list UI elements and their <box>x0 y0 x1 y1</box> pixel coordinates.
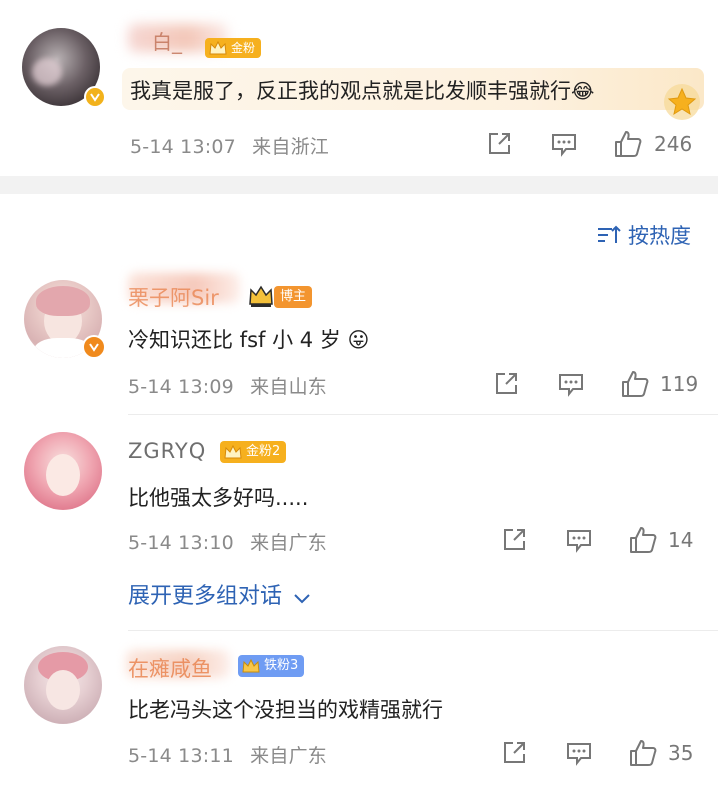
comment-time: 5-14 13:10 <box>128 532 234 554</box>
vip-crown-icon <box>247 283 275 309</box>
like-icon[interactable] <box>628 738 658 768</box>
share-icon[interactable] <box>500 526 528 554</box>
crown-icon <box>209 40 227 55</box>
user-name[interactable]: 栗子阿Sir <box>128 282 219 312</box>
user-name[interactable]: 在瘫咸鱼 <box>128 653 212 683</box>
comment-time: 5-14 13:07 <box>130 136 236 158</box>
emoji: 😛 <box>347 328 370 352</box>
share-icon[interactable] <box>492 370 520 398</box>
comment-location: 来自浙江 <box>252 136 329 158</box>
like-count: 35 <box>668 741 694 765</box>
like-icon[interactable] <box>613 129 643 159</box>
comment-icon[interactable] <box>565 526 593 554</box>
like-count: 14 <box>668 528 694 552</box>
divider <box>128 630 718 631</box>
avatar[interactable] <box>24 646 102 724</box>
comment-location: 来自广东 <box>250 532 327 554</box>
comment-location: 来自广东 <box>250 745 327 767</box>
like-icon[interactable] <box>620 369 650 399</box>
share-icon[interactable] <box>500 739 528 767</box>
fan-badge: 金粉 <box>205 38 262 58</box>
comment-meta: 5-14 13:09 来自山东 <box>128 372 327 399</box>
blogger-badge: 博主 <box>274 286 313 308</box>
fan-badge-label: 金粉2 <box>246 444 281 459</box>
crown-icon <box>242 658 260 673</box>
sort-label: 按热度 <box>628 224 691 248</box>
sort-icon <box>598 225 621 243</box>
like-count: 246 <box>654 132 693 156</box>
comment-location: 来自山东 <box>250 376 327 398</box>
comment-meta: 5-14 13:11 来自广东 <box>128 741 327 768</box>
comment-item: 栗子阿Sir 博主 冷知识还比 fsf 小 4 岁 😛 5-14 13:09 来… <box>0 265 718 415</box>
expand-replies-label: 展开更多组对话 <box>128 584 283 609</box>
like-count: 119 <box>660 372 699 396</box>
comment-text: 我真是服了，反正我的观点就是比发顺丰强就行😂 <box>130 79 595 103</box>
section-separator <box>0 176 718 194</box>
fan-badge-label: 铁粉3 <box>264 658 299 673</box>
divider <box>128 414 718 415</box>
user-name[interactable]: ZGRYQ <box>128 439 206 463</box>
comment-icon[interactable] <box>557 370 585 398</box>
user-name[interactable]: 白_ <box>152 26 182 55</box>
share-icon[interactable] <box>485 130 513 158</box>
comment-meta: 5-14 13:07 来自浙江 <box>130 132 329 159</box>
verified-icon <box>84 86 106 108</box>
comment-text: 冷知识还比 fsf 小 4 岁 😛 <box>128 328 370 352</box>
comment-time: 5-14 13:09 <box>128 376 234 398</box>
fan-badge: 金粉2 <box>220 441 287 463</box>
verified-icon <box>82 335 106 359</box>
blogger-badge-label: 博主 <box>280 289 307 304</box>
comment-time: 5-14 13:11 <box>128 745 234 767</box>
comment-icon[interactable] <box>550 130 578 158</box>
avatar[interactable] <box>24 432 102 510</box>
emoji: 😂 <box>571 79 595 103</box>
comment-text: 比他强太多好吗..... <box>128 486 309 510</box>
top-comment: 白_ 金粉 我真是服了，反正我的观点就是比发顺丰强就行😂 5-14 13:07 … <box>0 0 718 176</box>
comment-item: ZGRYQ 金粉2 比他强太多好吗..... 5-14 13:10 来自广东 1… <box>0 420 718 620</box>
comment-text: 比老冯头这个没担当的戏精强就行 <box>128 698 443 722</box>
star-badge-icon <box>662 82 702 122</box>
fan-badge: 铁粉3 <box>238 655 305 677</box>
comment-meta: 5-14 13:10 来自广东 <box>128 528 327 555</box>
chevron-down-icon <box>294 593 310 603</box>
comment-icon[interactable] <box>565 739 593 767</box>
like-icon[interactable] <box>628 525 658 555</box>
fan-badge-label: 金粉 <box>231 41 256 55</box>
crown-icon <box>224 444 242 459</box>
expand-replies-link[interactable]: 展开更多组对话 <box>128 578 311 609</box>
comment-item: 在瘫咸鱼 铁粉3 比老冯头这个没担当的戏精强就行 5-14 13:11 来自广东… <box>0 636 718 790</box>
